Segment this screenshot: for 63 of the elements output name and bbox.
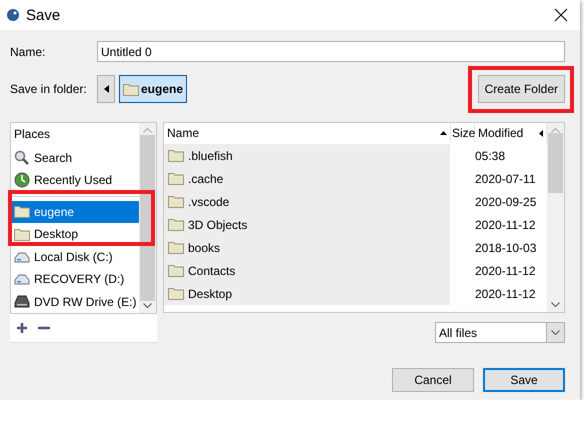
modified-cell-text: 2018-10-03: [474, 240, 538, 254]
folder-icon: [123, 82, 139, 96]
place-item[interactable]: Search: [11, 146, 139, 170]
place-item[interactable]: DVD RW Drive (E:): [11, 290, 139, 313]
place-item[interactable]: Desktop: [11, 223, 139, 246]
places-heading: Places: [13, 126, 52, 143]
folder-icon: [168, 149, 184, 162]
add-icon[interactable]: [16, 322, 28, 334]
place-item[interactable]: Recently Used: [11, 169, 139, 192]
name-field[interactable]: Untitled 0: [97, 41, 565, 62]
chevron-up-icon: [143, 128, 152, 133]
chevron-down-icon: [143, 303, 152, 308]
folder-icon: [168, 241, 184, 254]
file-name-cell[interactable]: Contacts: [164, 259, 450, 282]
folder-icon: [14, 228, 30, 241]
scrollbar[interactable]: [139, 123, 156, 313]
modified-cell-text: 2020-07-11: [474, 172, 536, 186]
save-button[interactable]: Save: [483, 368, 565, 392]
chevron-up-icon: [551, 128, 560, 133]
place-item[interactable]: Local Disk (C:): [11, 246, 139, 268]
file-name-cell[interactable]: .vscode: [164, 190, 450, 213]
place-item[interactable]: eugene: [11, 200, 139, 224]
chevron-down-icon: [551, 330, 560, 335]
sort-up-icon: [440, 131, 447, 135]
cancel-button[interactable]: Cancel: [392, 368, 474, 392]
file-name-cell[interactable]: books: [164, 236, 450, 259]
modified-cell-text: 2020-11-12: [474, 218, 536, 232]
search-icon: [14, 150, 30, 166]
file-name-cell[interactable]: Desktop: [164, 282, 450, 305]
file-name-cell[interactable]: .bluefish: [164, 144, 450, 167]
modified-cell-text: 2020-09-25: [474, 194, 538, 208]
path-button[interactable]: eugene: [119, 75, 188, 103]
file-name-cell[interactable]: 3D Objects: [164, 213, 450, 236]
folder-icon: [168, 218, 184, 231]
column-header[interactable]: Size: [451, 123, 475, 143]
drive-icon: [14, 273, 30, 286]
optical-drive-icon: [14, 295, 30, 308]
clock-icon: [14, 172, 30, 188]
modified-cell-text: 05:38: [474, 148, 506, 162]
folder-icon: [168, 287, 184, 300]
modified-cell-text: 2020-11-12: [474, 286, 536, 300]
column-header[interactable]: Name: [164, 123, 451, 143]
file-type-dropdown[interactable]: All files: [435, 322, 565, 343]
name-label: Name:: [10, 44, 46, 58]
arrow-left-icon: [539, 130, 543, 136]
folder-icon: [14, 205, 30, 218]
scrollbar[interactable]: [547, 123, 564, 312]
app-logo-icon: [6, 8, 20, 22]
close-icon[interactable]: [554, 8, 568, 22]
remove-icon[interactable]: [38, 326, 50, 330]
chevron-down-icon: [551, 302, 560, 307]
file-name-cell[interactable]: .cache: [164, 167, 450, 190]
create-folder-button[interactable]: Create Folder: [478, 75, 565, 103]
folder-icon: [168, 264, 184, 277]
drive-icon: [14, 250, 30, 263]
modified-cell-text: 2020-11-12: [474, 264, 536, 278]
arrow-left-icon: [104, 85, 108, 93]
place-item[interactable]: RECOVERY (D:): [11, 268, 139, 290]
window-title: Save: [26, 6, 62, 24]
back-button[interactable]: [97, 75, 115, 103]
folder-icon: [168, 195, 184, 208]
folder-label: Save in folder:: [10, 82, 88, 96]
folder-icon: [168, 172, 184, 185]
